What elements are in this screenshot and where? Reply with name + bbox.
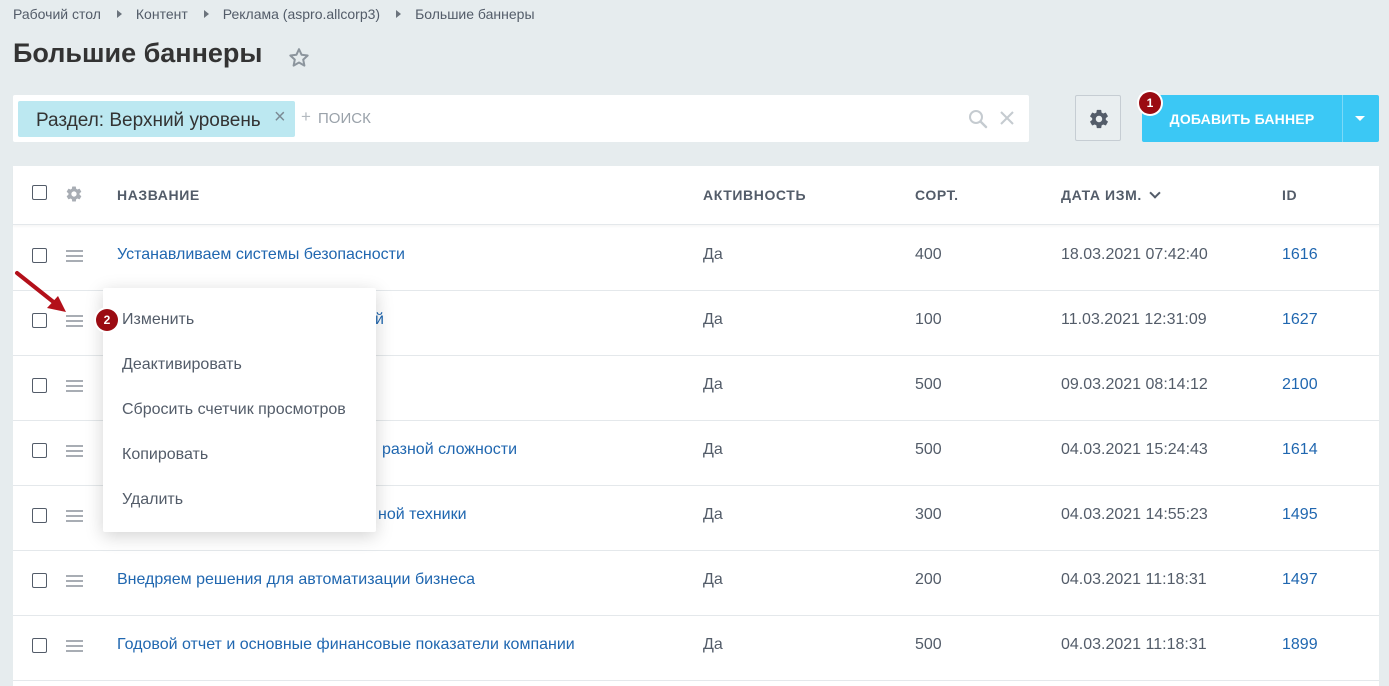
column-header-date[interactable]: ДАТА ИЗМ. <box>1061 187 1161 203</box>
cell-name[interactable]: разной сложности <box>382 441 517 459</box>
cell-date: 04.03.2021 14:55:23 <box>1061 506 1208 523</box>
cell-sort: 500 <box>915 376 942 393</box>
breadcrumb-ads[interactable]: Реклама (aspro.allcorp3) <box>223 6 380 22</box>
annotation-arrow-icon <box>15 271 66 312</box>
add-banner-button[interactable]: ДОБАВИТЬ БАННЕР <box>1142 95 1379 142</box>
grid-header: НАЗВАНИЕ АКТИВНОСТЬ СОРТ. ДАТА ИЗМ. ID <box>13 166 1379 225</box>
row-menu-icon[interactable] <box>66 510 83 523</box>
button-divider <box>1342 95 1343 142</box>
row-context-menu: Изменить Деактивировать Сбросить счетчик… <box>103 288 376 532</box>
star-icon[interactable] <box>287 46 311 70</box>
cell-date: 18.03.2021 07:42:40 <box>1061 246 1208 263</box>
cell-id[interactable]: 1614 <box>1282 441 1318 459</box>
plus-icon: + <box>301 107 311 126</box>
menu-item-edit[interactable]: Изменить <box>122 311 194 329</box>
column-header-sort[interactable]: СОРТ. <box>915 187 959 203</box>
search-icon[interactable] <box>968 109 988 129</box>
breadcrumb-current: Большие баннеры <box>415 6 535 22</box>
cell-sort: 500 <box>915 441 942 458</box>
row-checkbox[interactable] <box>32 573 47 588</box>
cell-sort: 500 <box>915 636 942 653</box>
column-header-date-label: ДАТА ИЗМ. <box>1061 187 1142 203</box>
cell-active: Да <box>703 376 723 393</box>
cell-id[interactable]: 1616 <box>1282 246 1318 264</box>
select-all-checkbox[interactable] <box>32 185 47 200</box>
breadcrumb-separator-icon <box>116 10 122 18</box>
chevron-down-icon <box>1149 187 1161 199</box>
step-marker-2: 2 <box>96 309 118 331</box>
row-checkbox[interactable] <box>32 248 47 263</box>
cell-active: Да <box>703 246 723 263</box>
breadcrumb-separator-icon <box>203 10 209 18</box>
table-row: Внедряем решения для автоматизации бизне… <box>13 550 1379 616</box>
add-banner-label: ДОБАВИТЬ БАННЕР <box>1169 111 1315 127</box>
menu-item-deactivate[interactable]: Деактивировать <box>122 356 242 374</box>
breadcrumb: Рабочий стол Контент Реклама (aspro.allc… <box>13 5 535 23</box>
menu-item-delete[interactable]: Удалить <box>122 491 183 509</box>
row-checkbox[interactable] <box>32 508 47 523</box>
cell-sort: 200 <box>915 571 942 588</box>
menu-item-reset-views[interactable]: Сбросить счетчик просмотров <box>122 401 346 419</box>
cell-active: Да <box>703 506 723 523</box>
cell-id[interactable]: 1627 <box>1282 311 1318 329</box>
cell-active: Да <box>703 311 723 328</box>
row-menu-icon[interactable] <box>66 380 83 393</box>
cell-sort: 300 <box>915 506 942 523</box>
menu-item-copy[interactable]: Копировать <box>122 446 208 464</box>
clear-icon[interactable] <box>999 110 1015 126</box>
cell-active: Да <box>703 636 723 653</box>
cell-name[interactable]: Годовой отчет и основные финансовые пока… <box>117 636 575 654</box>
cell-id[interactable]: 1899 <box>1282 636 1318 654</box>
column-header-active[interactable]: АКТИВНОСТЬ <box>703 187 806 203</box>
settings-button[interactable] <box>1075 95 1121 141</box>
cell-id[interactable]: 2100 <box>1282 376 1318 394</box>
cell-date: 04.03.2021 11:18:31 <box>1061 571 1207 588</box>
table-row: Годовой отчет и основные финансовые пока… <box>13 615 1379 681</box>
row-menu-icon[interactable] <box>66 575 83 588</box>
filter-search-bar[interactable]: Раздел: Верхний уровень × + <box>13 95 1029 142</box>
caret-down-icon[interactable] <box>1355 116 1365 121</box>
gear-icon <box>1090 109 1108 129</box>
cell-active: Да <box>703 571 723 588</box>
row-checkbox[interactable] <box>32 378 47 393</box>
row-checkbox[interactable] <box>32 443 47 458</box>
table-row: Устанавливаем системы безопасности Да 40… <box>13 225 1379 291</box>
breadcrumb-content[interactable]: Контент <box>136 6 188 22</box>
page-title: Большие баннеры <box>13 38 263 68</box>
breadcrumb-separator-icon <box>396 10 402 18</box>
cell-date: 04.03.2021 11:18:31 <box>1061 636 1207 653</box>
cell-date: 04.03.2021 15:24:43 <box>1061 441 1208 458</box>
cell-active: Да <box>703 441 723 458</box>
cell-id[interactable]: 1497 <box>1282 571 1318 589</box>
chip-close-icon[interactable]: × <box>274 107 286 127</box>
row-menu-icon[interactable] <box>66 445 83 458</box>
column-header-name[interactable]: НАЗВАНИЕ <box>117 187 200 203</box>
cell-date: 11.03.2021 12:31:09 <box>1061 311 1207 328</box>
cell-name[interactable]: Внедряем решения для автоматизации бизне… <box>117 571 475 589</box>
row-checkbox[interactable] <box>32 638 47 653</box>
column-settings-gear-icon[interactable] <box>65 185 83 203</box>
filter-chip-section[interactable]: Раздел: Верхний уровень × <box>18 101 295 137</box>
row-menu-icon[interactable] <box>66 640 83 653</box>
cell-id[interactable]: 1495 <box>1282 506 1318 524</box>
cell-name[interactable]: ной техники <box>378 506 467 524</box>
search-input[interactable] <box>318 107 938 129</box>
cell-sort: 100 <box>915 311 942 328</box>
column-header-id[interactable]: ID <box>1282 187 1297 203</box>
step-marker-1: 1 <box>1139 92 1161 114</box>
row-menu-icon[interactable] <box>66 250 83 263</box>
cell-sort: 400 <box>915 246 942 263</box>
cell-name[interactable]: й <box>375 311 384 329</box>
cell-date: 09.03.2021 08:14:12 <box>1061 376 1208 393</box>
cell-name[interactable]: Устанавливаем системы безопасности <box>117 246 405 264</box>
breadcrumb-desktop[interactable]: Рабочий стол <box>13 6 101 22</box>
filter-chip-label: Раздел: Верхний уровень <box>36 110 261 131</box>
